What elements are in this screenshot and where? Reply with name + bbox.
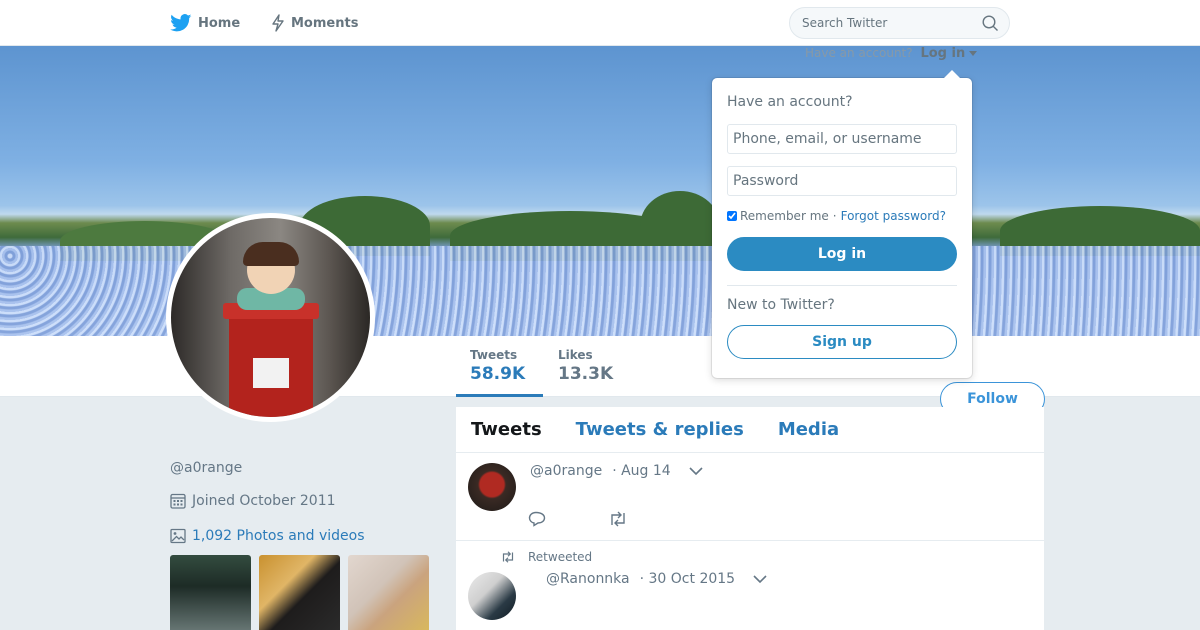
tweet-timestamp[interactable]: · 30 Oct 2015 — [640, 571, 735, 587]
login-dropdown: Have an account? Remember me · Forgot pa… — [712, 70, 972, 378]
dropdown-divider — [727, 285, 957, 286]
retweeted-context: Retweeted — [500, 550, 592, 564]
tweet-header: @a0range · Aug 14 — [530, 463, 703, 479]
retweet-icon[interactable] — [608, 511, 688, 531]
nav-moments[interactable]: Moments — [271, 0, 358, 46]
nav-home[interactable]: Home — [170, 0, 240, 46]
stat-likes[interactable]: Likes 13.3K — [558, 348, 613, 384]
nav-moments-label: Moments — [291, 15, 359, 31]
stat-value: 13.3K — [558, 364, 614, 384]
chevron-down-icon[interactable] — [753, 574, 767, 584]
avatar-figure-hair — [243, 242, 299, 266]
remember-row: Remember me · Forgot password? — [727, 209, 957, 223]
profile-avatar-frame — [166, 213, 375, 422]
signup-button[interactable]: Sign up — [727, 325, 957, 359]
twitter-bird-icon — [170, 14, 192, 32]
profile-joined: Joined October 2011 — [170, 492, 336, 509]
retweeted-label: Retweeted — [528, 550, 593, 564]
dropdown-title: Have an account? — [727, 94, 853, 110]
stat-value: 58.9K — [470, 364, 526, 384]
top-nav: Home Moments — [0, 0, 1200, 46]
password-field[interactable] — [727, 166, 957, 196]
tab-tweets[interactable]: Tweets — [471, 419, 542, 440]
chevron-down-icon[interactable] — [689, 466, 703, 476]
avatar-mailbox-label — [253, 358, 289, 388]
login-prompt: Have an account? Log in — [805, 46, 978, 61]
tweet-actions — [528, 511, 688, 531]
stat-label: Tweets — [470, 348, 518, 362]
tweet-author[interactable]: @Ranonnka — [546, 571, 630, 587]
remember-label[interactable]: Remember me — [740, 209, 829, 223]
tab-tweets-replies[interactable]: Tweets & replies — [576, 419, 744, 440]
stat-label: Likes — [558, 348, 593, 362]
profile-handle[interactable]: @a0range — [170, 460, 242, 476]
image-icon — [170, 528, 186, 544]
new-to-twitter-label: New to Twitter? — [727, 297, 835, 313]
nav-home-label: Home — [198, 15, 241, 31]
reply-icon[interactable] — [528, 511, 608, 531]
tweet-avatar[interactable] — [468, 463, 516, 511]
media-thumbnail[interactable] — [170, 555, 251, 630]
remember-checkbox[interactable] — [727, 211, 737, 221]
stat-tweets[interactable]: Tweets 58.9K — [470, 348, 525, 384]
login-dropdown-toggle[interactable]: Log in — [920, 46, 965, 61]
username-field[interactable] — [727, 124, 957, 154]
media-thumbnail[interactable] — [259, 555, 340, 630]
tweet-timestamp[interactable]: · Aug 14 — [612, 463, 671, 479]
search-box — [789, 7, 1010, 39]
calendar-icon — [170, 493, 186, 509]
separator-dot: · — [832, 209, 837, 223]
tweet-header: @Ranonnka · 30 Oct 2015 — [546, 571, 767, 587]
search-icon[interactable] — [982, 15, 999, 32]
lightning-icon — [272, 14, 284, 32]
retweet-icon — [502, 551, 514, 563]
photos-link[interactable]: 1,092 Photos and videos — [170, 528, 365, 544]
timeline: Tweets Tweets & replies Media @a0range ·… — [456, 407, 1044, 630]
caret-down-icon[interactable] — [969, 51, 978, 57]
login-prompt-question: Have an account? — [805, 46, 913, 60]
search-input[interactable] — [790, 8, 970, 38]
photos-link-text: 1,092 Photos and videos — [192, 528, 365, 544]
joined-text: Joined October 2011 — [192, 492, 336, 509]
tweet[interactable]: @a0range · Aug 14 — [456, 453, 1044, 541]
login-button[interactable]: Log in — [727, 237, 957, 271]
active-stat-underline — [456, 394, 543, 397]
tweet-author[interactable]: @a0range — [530, 463, 602, 479]
forgot-password-link[interactable]: Forgot password? — [841, 209, 946, 223]
avatar[interactable] — [171, 218, 370, 417]
tab-media[interactable]: Media — [778, 419, 839, 440]
timeline-tabs: Tweets Tweets & replies Media — [456, 407, 1044, 453]
tweet-avatar[interactable] — [468, 572, 516, 620]
media-thumbnail[interactable] — [348, 555, 429, 630]
tweet[interactable]: Retweeted @Ranonnka · 30 Oct 2015 — [456, 542, 1044, 630]
